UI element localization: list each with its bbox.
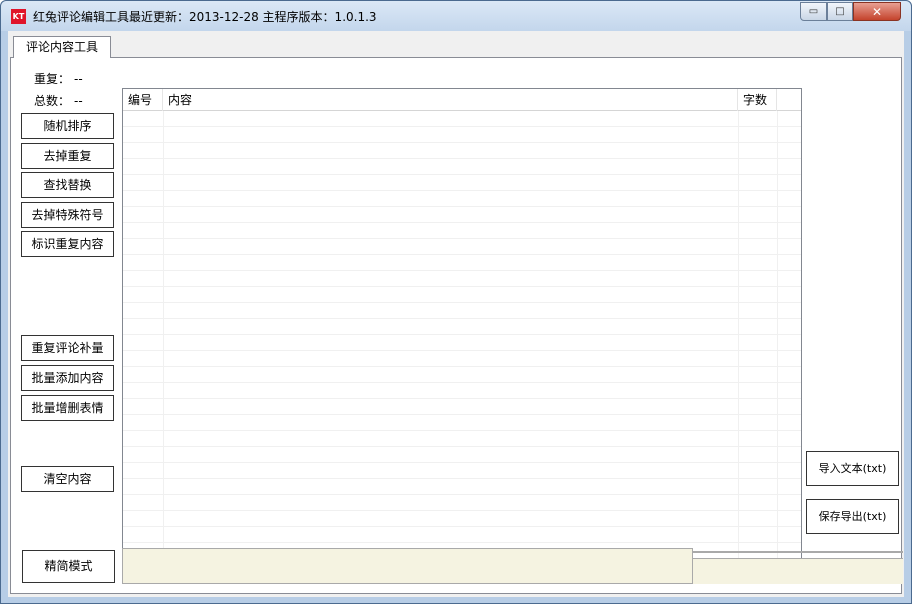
column-header-filler	[777, 89, 801, 111]
minimize-button[interactable]: ▭	[800, 2, 827, 21]
column-divider	[738, 111, 739, 568]
status-output-box	[122, 548, 693, 584]
close-icon: ✕	[871, 4, 883, 19]
remove-special-symbols-button[interactable]: 去掉特殊符号	[21, 202, 114, 228]
repeat-count-label: 重复：	[34, 72, 71, 86]
repeat-count-value: --	[74, 72, 83, 86]
column-divider	[163, 111, 164, 568]
column-header-number[interactable]: 编号	[123, 89, 163, 111]
window-title: 红兔评论编辑工具最近更新：2013-12-28 主程序版本：1.0.1.3	[33, 10, 377, 24]
random-sort-button[interactable]: 随机排序	[21, 113, 114, 139]
clear-content-button[interactable]: 清空内容	[21, 466, 114, 492]
table-header: 编号 内容 字数	[123, 89, 801, 111]
title-bar[interactable]: KT 红兔评论编辑工具最近更新：2013-12-28 主程序版本：1.0.1.3…	[1, 1, 911, 31]
close-button[interactable]: ✕	[853, 2, 901, 21]
batch-edit-emoji-button[interactable]: 批量增删表情	[21, 395, 114, 421]
repeat-count: 重复： --	[34, 70, 83, 87]
total-count-label: 总数：	[34, 94, 71, 108]
window-controls: ▭ □ ✕	[800, 2, 901, 21]
maximize-button[interactable]: □	[827, 2, 853, 21]
minimize-icon: ▭	[808, 6, 819, 17]
column-divider	[777, 111, 778, 568]
client-area: 评论内容工具 重复： -- 总数： -- 随机排序 去掉重复 查找替换 去掉特殊符号…	[8, 31, 904, 597]
batch-add-content-button[interactable]: 批量添加内容	[21, 365, 114, 391]
app-icon: KT	[11, 9, 26, 24]
status-output-box-right	[693, 558, 903, 584]
find-replace-button[interactable]: 查找替换	[21, 172, 114, 198]
total-count-value: --	[74, 94, 83, 108]
total-count: 总数： --	[34, 92, 83, 109]
table-body[interactable]	[123, 111, 801, 568]
column-header-char-count[interactable]: 字数	[738, 89, 777, 111]
status-separator	[693, 551, 903, 553]
remove-duplicates-button[interactable]: 去掉重复	[21, 143, 114, 169]
column-header-content[interactable]: 内容	[163, 89, 738, 111]
simple-mode-button[interactable]: 精简模式	[22, 550, 115, 583]
comment-table[interactable]: 编号 内容 字数	[122, 88, 802, 569]
maximize-icon: □	[835, 6, 845, 17]
tab-panel: 重复： -- 总数： -- 随机排序 去掉重复 查找替换 去掉特殊符号 标识重复内容…	[10, 57, 903, 594]
repeat-comment-fill-button[interactable]: 重复评论补量	[21, 335, 114, 361]
save-export-button[interactable]: 保存导出(txt)	[806, 499, 899, 534]
import-text-button[interactable]: 导入文本(txt)	[806, 451, 899, 486]
tab-comment-content-tools[interactable]: 评论内容工具	[13, 36, 111, 58]
mark-duplicates-button[interactable]: 标识重复内容	[21, 231, 114, 257]
app-window: KT 红兔评论编辑工具最近更新：2013-12-28 主程序版本：1.0.1.3…	[0, 0, 912, 604]
